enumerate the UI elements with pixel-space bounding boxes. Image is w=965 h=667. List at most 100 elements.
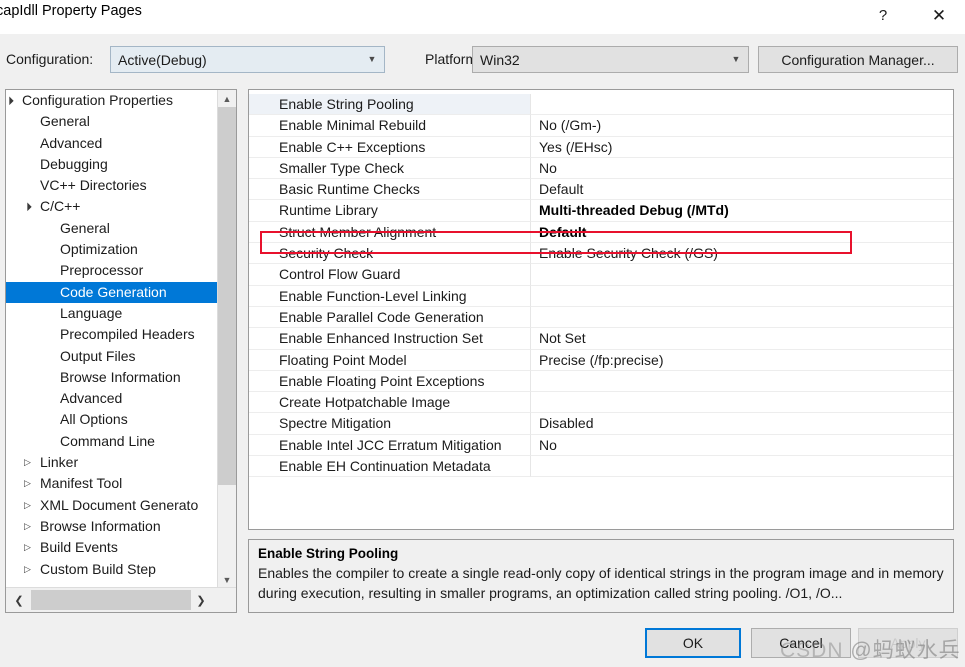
tree-item-configuration-properties[interactable]: ◢ Configuration Properties	[6, 90, 218, 111]
property-row[interactable]: Enable Intel JCC Erratum Mitigation No	[249, 434, 953, 457]
property-value[interactable]	[531, 286, 953, 307]
tree-vscroll-thumb[interactable]	[218, 107, 236, 485]
description-pane: Enable String Pooling Enables the compil…	[248, 539, 954, 613]
tree-item-browse-information[interactable]: Browse Information	[6, 367, 218, 388]
property-row[interactable]: Smaller Type Check No	[249, 157, 953, 180]
tree-item-label: Output Files	[60, 347, 136, 364]
property-row[interactable]: Create Hotpatchable Image	[249, 392, 953, 414]
property-value[interactable]: Not Set	[531, 328, 953, 350]
triangle-expanded-icon[interactable]: ◢	[6, 91, 19, 110]
property-value[interactable]: Precise (/fp:precise)	[531, 350, 953, 371]
chevron-right-icon[interactable]: ❯	[190, 588, 212, 612]
triangle-collapsed-icon[interactable]: ▷	[24, 516, 31, 537]
property-value[interactable]: Disabled	[531, 413, 953, 435]
ok-button[interactable]: OK	[645, 628, 741, 658]
property-value[interactable]: Multi-threaded Debug (/MTd)	[531, 200, 953, 222]
tree-item-label: General	[60, 219, 110, 236]
property-row[interactable]: Enable Minimal Rebuild No (/Gm-)	[249, 115, 953, 137]
tree-item-all-options[interactable]: All Options	[6, 409, 218, 430]
description-body: Enables the compiler to create a single …	[258, 565, 944, 601]
tree-item-custom-build-step[interactable]: ▷ Custom Build Step	[6, 559, 218, 580]
tree-item-optimization[interactable]: Optimization	[6, 239, 218, 260]
property-row[interactable]: Enable EH Continuation Metadata	[249, 456, 953, 478]
property-value[interactable]	[531, 456, 953, 478]
property-row[interactable]: Floating Point Model Precise (/fp:precise…	[249, 349, 953, 371]
property-value[interactable]	[531, 264, 953, 286]
close-button[interactable]: ✕	[916, 0, 962, 31]
triangle-collapsed-icon[interactable]: ▷	[24, 473, 31, 494]
property-value[interactable]: Default	[531, 222, 953, 244]
property-value[interactable]	[531, 307, 953, 329]
cancel-button[interactable]: Cancel	[751, 628, 851, 658]
tree-item-output-files[interactable]: Output Files	[6, 346, 218, 367]
help-button[interactable]: ?	[860, 0, 906, 31]
tree-item-general[interactable]: General	[6, 111, 218, 132]
tree-item-build-events[interactable]: ▷ Build Events	[6, 537, 218, 558]
property-row[interactable]: Enable String Pooling	[249, 94, 953, 116]
platform-value: Win32	[480, 51, 520, 68]
property-value[interactable]: No (/Gm-)	[531, 115, 953, 137]
property-value[interactable]: Yes (/EHsc)	[531, 137, 953, 158]
property-name: Control Flow Guard	[249, 264, 531, 286]
tree-item-label: Code Generation	[60, 283, 167, 300]
property-value[interactable]: Default	[531, 179, 953, 201]
tree-item-general[interactable]: General	[6, 218, 218, 239]
tree-item-preprocessor[interactable]: Preprocessor	[6, 260, 218, 281]
tree-item-linker[interactable]: ▷ Linker	[6, 452, 218, 473]
description-title: Enable String Pooling	[258, 546, 399, 561]
property-row[interactable]: Enable Enhanced Instruction Set Not Set	[249, 328, 953, 350]
title-bar: capIdll Property Pages ? ✕	[0, 0, 965, 34]
property-row[interactable]: Struct Member Alignment Default	[249, 221, 953, 244]
triangle-expanded-icon[interactable]: ◢	[17, 197, 36, 216]
triangle-collapsed-icon[interactable]: ▷	[24, 559, 31, 580]
tree-item-language[interactable]: Language	[6, 303, 218, 324]
apply-button[interactable]: Apply	[858, 628, 958, 658]
property-value[interactable]: No	[531, 158, 953, 180]
property-value[interactable]: Enable Security Check (/GS)	[531, 243, 953, 265]
tree-item-debugging[interactable]: Debugging	[6, 154, 218, 175]
tree-horizontal-scrollbar[interactable]: ❮ ❯	[6, 587, 236, 612]
property-row[interactable]: Enable Parallel Code Generation	[249, 306, 953, 329]
property-row[interactable]: Control Flow Guard	[249, 264, 953, 286]
property-grid[interactable]: Enable String Pooling Enable Minimal Rebu…	[249, 94, 953, 478]
tree-item-precompiled-headers[interactable]: Precompiled Headers	[6, 324, 218, 345]
chevron-up-icon[interactable]: ▲	[218, 90, 236, 107]
tree-item-browse-information[interactable]: ▷ Browse Information	[6, 516, 218, 537]
property-row[interactable]: Enable Floating Point Exceptions	[249, 370, 953, 393]
chevron-down-icon[interactable]: ▼	[218, 571, 236, 588]
property-value[interactable]	[531, 371, 953, 393]
property-name: Smaller Type Check	[249, 157, 531, 180]
tree-item-advanced[interactable]: Advanced	[6, 388, 218, 409]
tree-item-command-line[interactable]: Command Line	[6, 431, 218, 452]
tree-item-label: Debugging	[40, 155, 108, 172]
configuration-dropdown[interactable]: Active(Debug) ▼	[110, 46, 385, 73]
property-row[interactable]: Spectre Mitigation Disabled	[249, 413, 953, 435]
triangle-collapsed-icon[interactable]: ▷	[24, 495, 31, 516]
tree-item-manifest-tool[interactable]: ▷ Manifest Tool	[6, 473, 218, 494]
triangle-collapsed-icon[interactable]: ▷	[24, 537, 31, 558]
configuration-value: Active(Debug)	[118, 51, 207, 68]
tree-item-code-generation[interactable]: Code Generation	[6, 281, 218, 303]
property-row[interactable]: Enable C++ Exceptions Yes (/EHsc)	[249, 136, 953, 158]
tree-item-xml-document-generato[interactable]: ▷ XML Document Generato	[6, 495, 218, 516]
property-row[interactable]: Security Check Enable Security Check (/GS…	[249, 243, 953, 265]
tree-hscroll-thumb[interactable]	[31, 590, 191, 610]
property-row[interactable]: Enable Function-Level Linking	[249, 285, 953, 307]
property-value[interactable]	[531, 392, 953, 414]
tree-item-advanced[interactable]: Advanced	[6, 133, 218, 154]
chevron-left-icon[interactable]: ❮	[8, 588, 30, 612]
configuration-manager-button[interactable]: Configuration Manager...	[758, 46, 958, 73]
property-value[interactable]: No	[531, 435, 953, 457]
tree-item-c-c[interactable]: ◢ C/C++	[6, 196, 218, 217]
platform-dropdown[interactable]: Win32 ▼	[472, 46, 749, 73]
tree-item-vc-directories[interactable]: VC++ Directories	[6, 175, 218, 196]
triangle-collapsed-icon[interactable]: ▷	[24, 452, 31, 473]
configuration-label: Configuration:	[6, 51, 94, 67]
property-row[interactable]: Runtime Library Multi-threaded Debug (/MT…	[249, 200, 953, 222]
property-grid-pane: Enable String Pooling Enable Minimal Rebu…	[248, 89, 954, 530]
property-value[interactable]	[531, 94, 953, 116]
property-row[interactable]: Basic Runtime Checks Default	[249, 179, 953, 201]
tree-vertical-scrollbar[interactable]: ▲ ▼	[217, 90, 236, 588]
properties-tree[interactable]: ◢ Configuration Properties General Advanced…	[6, 90, 218, 588]
property-name: Enable Enhanced Instruction Set	[249, 328, 531, 350]
